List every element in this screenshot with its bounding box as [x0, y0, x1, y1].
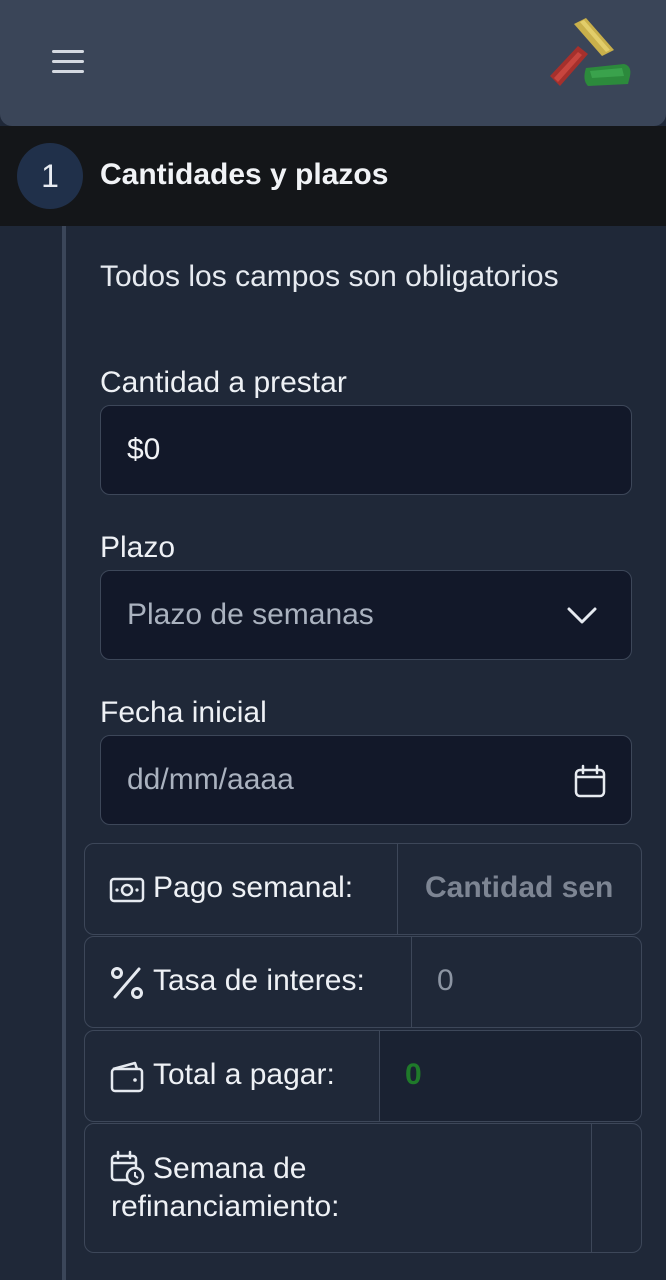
weekly-payment-label-cell: Pago semanal: [85, 844, 398, 934]
brand-logo-icon[interactable] [544, 16, 636, 94]
refinance-week-row: Semana de refinanciamiento: [84, 1123, 642, 1253]
step-title: Cantidades y plazos [100, 158, 389, 191]
weekly-payment-row: Pago semanal: Cantidad sen [84, 843, 642, 935]
interest-rate-label-cell: Tasa de interes: [85, 937, 412, 1027]
money-bill-icon [109, 877, 145, 903]
start-date-input[interactable]: dd/mm/aaaa [100, 735, 632, 825]
step-number-badge: 1 [17, 143, 83, 209]
wallet-icon [110, 1061, 144, 1093]
term-label: Plazo [100, 531, 176, 564]
interest-rate-value: 0 [437, 964, 454, 997]
refinance-week-label-cell: Semana de refinanciamiento: [85, 1124, 592, 1252]
term-placeholder: Plazo de semanas [127, 598, 374, 631]
top-bar [0, 0, 666, 126]
interest-rate-label: Tasa de interes: [153, 964, 365, 997]
chevron-down-icon [567, 607, 597, 624]
calendar-icon[interactable] [573, 764, 607, 798]
hamburger-menu-icon[interactable] [48, 46, 88, 78]
refinance-week-label-line1: Semana de [153, 1152, 307, 1185]
step-rail [62, 226, 66, 1280]
total-label: Total a pagar: [153, 1058, 335, 1091]
total-label-cell: Total a pagar: [85, 1031, 380, 1121]
weekly-payment-value: Cantidad sen [425, 871, 614, 904]
interest-rate-row: Tasa de interes: 0 [84, 936, 642, 1028]
refinance-week-label-line2: refinanciamiento: [111, 1190, 340, 1223]
amount-value: $0 [127, 433, 161, 466]
amount-input[interactable]: $0 [100, 405, 632, 495]
total-value: 0 [405, 1058, 422, 1091]
start-date-placeholder: dd/mm/aaaa [127, 763, 294, 796]
term-select[interactable]: Plazo de semanas [100, 570, 632, 660]
amount-label: Cantidad a prestar [100, 366, 347, 399]
required-fields-notice: Todos los campos son obligatorios [100, 260, 559, 293]
weekly-payment-label: Pago semanal: [153, 871, 354, 904]
percent-icon [111, 967, 143, 999]
calendar-clock-icon [110, 1150, 145, 1186]
start-date-label: Fecha inicial [100, 696, 267, 729]
total-row: Total a pagar: 0 [84, 1030, 642, 1122]
